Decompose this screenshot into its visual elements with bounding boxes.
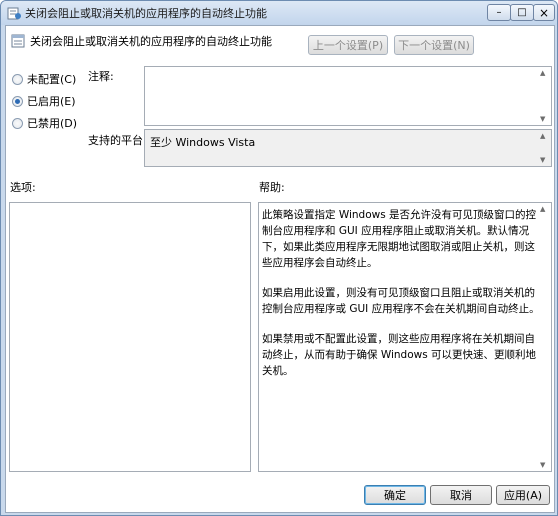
help-scrollbar[interactable]: ▲ ▼ [537,203,551,471]
radio-button[interactable] [12,117,23,129]
maximize-icon: □ [517,6,527,18]
radio-not-configured[interactable]: 未配置(C) [12,71,76,87]
scroll-up-icon[interactable]: ▲ [540,205,545,213]
radio-label: 已禁用(D) [27,117,78,130]
radio-disabled[interactable]: 已禁用(D) [12,115,77,131]
platform-field: 至少 Windows Vista ▲ ▼ [144,129,552,167]
radio-button[interactable] [12,73,23,85]
title-bar[interactable]: 关闭会阻止或取消关机的应用程序的自动终止功能 – □ × [1,1,557,25]
help-paragraph: 此策略设置指定 Windows 是否允许没有可见顶级窗口的控制台应用程序和 GU… [262,209,537,269]
help-pane: 此策略设置指定 Windows 是否允许没有可见顶级窗口的控制台应用程序和 GU… [258,202,552,472]
radio-label: 未配置(C) [27,73,77,86]
platform-label: 支持的平台: [88,134,147,147]
help-label: 帮助: [259,181,285,194]
options-label: 选项: [10,181,36,194]
ok-button[interactable]: 确定 [364,485,426,505]
scroll-down-icon[interactable]: ▼ [540,115,545,123]
policy-dialog-window: 关闭会阻止或取消关机的应用程序的自动终止功能 – □ × 关闭会阻止或取消关机的… [0,0,558,516]
minimize-button[interactable]: – [487,4,511,21]
minimize-icon: – [496,6,502,18]
maximize-button[interactable]: □ [510,4,534,21]
setting-icon [11,34,25,48]
platform-scrollbar[interactable]: ▲ ▼ [537,130,551,166]
dialog-client-area: 关闭会阻止或取消关机的应用程序的自动终止功能 上一个设置(P) 下一个设置(N)… [5,25,555,513]
close-icon: × [538,5,550,20]
options-pane [9,202,251,472]
previous-setting-button[interactable]: 上一个设置(P) [308,35,388,55]
scroll-up-icon[interactable]: ▲ [540,132,545,140]
close-button[interactable]: × [533,4,555,21]
next-setting-button[interactable]: 下一个设置(N) [394,35,474,55]
window-title: 关闭会阻止或取消关机的应用程序的自动终止功能 [25,7,267,20]
policy-icon [7,7,21,20]
cancel-button[interactable]: 取消 [430,485,492,505]
help-text: 此策略设置指定 Windows 是否允许没有可见顶级窗口的控制台应用程序和 GU… [262,207,542,393]
radio-enabled[interactable]: 已启用(E) [12,93,76,109]
comment-textarea[interactable]: ▲ ▼ [144,66,552,126]
help-paragraph: 如果禁用或不配置此设置，则这些应用程序将在关机期间自动终止，从而有助于确保 Wi… [262,333,537,377]
setting-title: 关闭会阻止或取消关机的应用程序的自动终止功能 [30,35,272,48]
comment-scrollbar[interactable]: ▲ ▼ [537,67,551,125]
apply-button[interactable]: 应用(A) [496,485,550,505]
radio-button[interactable] [12,95,23,107]
scroll-down-icon[interactable]: ▼ [540,461,545,469]
radio-label: 已启用(E) [27,95,76,108]
scroll-down-icon[interactable]: ▼ [540,156,545,164]
comment-label: 注释: [88,70,114,83]
help-paragraph: 如果启用此设置，则没有可见顶级窗口且阻止或取消关机的控制台应用程序或 GUI 应… [262,287,540,315]
scroll-up-icon[interactable]: ▲ [540,69,545,77]
platform-value: 至少 Windows Vista [150,136,256,149]
